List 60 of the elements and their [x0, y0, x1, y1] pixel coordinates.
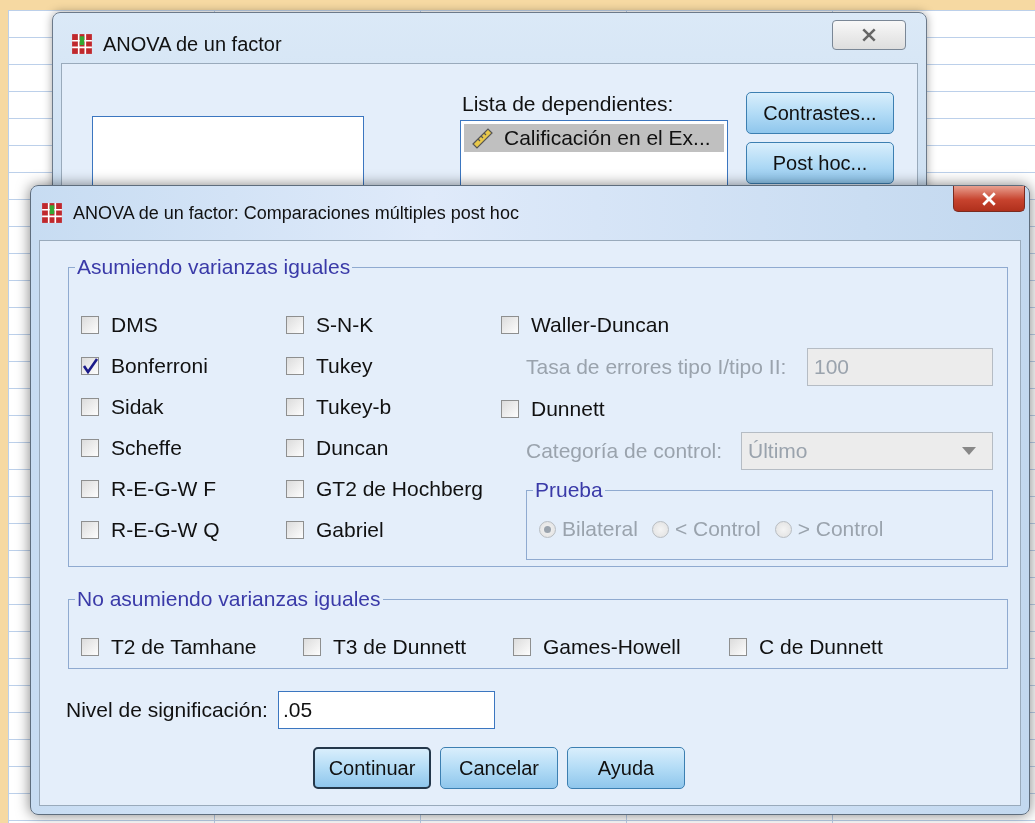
close-button[interactable]	[832, 20, 906, 50]
checkbox[interactable]	[81, 479, 99, 498]
checkbox-label: T3 de Dunnett	[333, 635, 467, 659]
checkbox-label: Dunnett	[531, 397, 605, 421]
checkbox-label: R-E-G-W F	[111, 476, 216, 501]
checkbox[interactable]	[729, 638, 747, 656]
checkbox-label: Tukey-b	[316, 394, 392, 419]
checkbox[interactable]	[286, 356, 304, 375]
checkbox[interactable]	[81, 356, 99, 375]
checkbox[interactable]	[81, 638, 99, 656]
checkbox-label: DMS	[111, 312, 158, 337]
checkbox-label: Duncan	[316, 435, 389, 460]
dialog-button[interactable]: Continuar	[313, 747, 431, 789]
caret-icon	[962, 447, 976, 455]
checkbox[interactable]	[81, 397, 99, 416]
list-item[interactable]: Calificación en el Ex...	[464, 124, 724, 152]
checkbox-label: Waller-Duncan	[531, 313, 670, 337]
close-icon	[981, 191, 997, 206]
checkbox[interactable]	[286, 520, 304, 539]
radio-label: Bilateral	[562, 517, 638, 541]
checkbox[interactable]	[501, 316, 519, 334]
ruler-icon	[470, 126, 494, 150]
dialog-button[interactable]: Post hoc...	[746, 142, 894, 184]
checkbox[interactable]	[286, 438, 304, 457]
checkbox-label: T2 de Tamhane	[111, 635, 257, 659]
window-title: ANOVA de un factor	[103, 32, 282, 56]
grid-icon	[41, 202, 63, 224]
checkbox-label: Games-Howell	[543, 635, 681, 659]
dialog-button[interactable]: Cancelar	[440, 747, 558, 789]
checkbox[interactable]	[501, 400, 519, 418]
checkbox-label: C de Dunnett	[759, 635, 883, 659]
grid-icon	[71, 33, 93, 55]
checkbox-label: Bonferroni	[111, 353, 208, 378]
checkbox-label: Sidak	[111, 394, 164, 419]
checkbox-label: GT2 de Hochberg	[316, 476, 483, 501]
checkbox[interactable]	[81, 438, 99, 457]
checkbox[interactable]	[303, 638, 321, 656]
checkbox[interactable]	[286, 315, 304, 334]
checkbox[interactable]	[286, 397, 304, 416]
field-label: Categoría de control:	[526, 439, 723, 463]
radio-label: < Control	[674, 517, 761, 541]
checkbox-label: Gabriel	[316, 517, 384, 542]
close-icon	[861, 28, 877, 42]
input-field[interactable]: .05	[277, 691, 495, 729]
field-label: Tasa de errores tipo I/tipo II:	[526, 355, 787, 379]
checkbox-label: S-N-K	[316, 312, 374, 337]
dialog-button[interactable]: Ayuda	[567, 747, 685, 789]
close-button[interactable]	[953, 186, 1025, 212]
field-label: Nivel de significación:	[66, 698, 268, 722]
checkbox[interactable]	[81, 520, 99, 539]
window-title: ANOVA de un factor: Comparaciones múltiples post hoc	[73, 202, 519, 224]
checkbox[interactable]	[513, 638, 531, 656]
list-label: Lista de dependientes:	[461, 92, 675, 116]
checkbox-label: R-E-G-W Q	[111, 517, 220, 542]
radio-label: > Control	[797, 517, 884, 541]
checkbox[interactable]	[81, 315, 99, 334]
dialog-button[interactable]: Contrastes...	[746, 92, 894, 134]
checkbox-label: Tukey	[316, 353, 373, 378]
checkbox-label: Scheffe	[111, 435, 182, 460]
checkbox[interactable]	[286, 479, 304, 498]
